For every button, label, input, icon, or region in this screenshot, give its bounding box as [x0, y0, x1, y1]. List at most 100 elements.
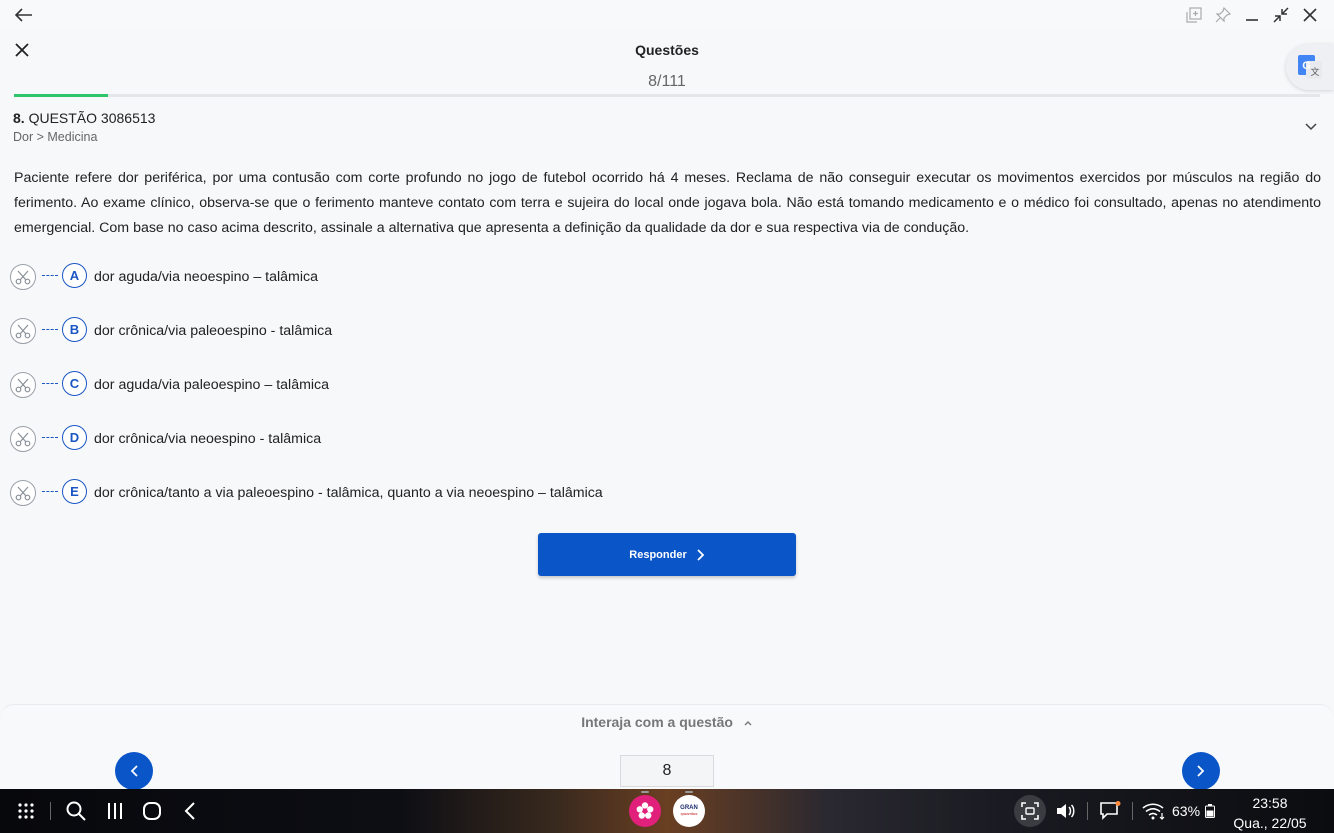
scissors-icon [15, 486, 31, 501]
scissors-icon [15, 324, 31, 339]
scissors-icon [15, 432, 31, 447]
search-icon [66, 801, 86, 821]
running-indicator [685, 791, 693, 793]
notifications-button[interactable] [1098, 799, 1122, 823]
questions-header: Questões 8/111 G 文 [0, 30, 1334, 96]
question-counter: 8/111 [648, 73, 686, 90]
clock[interactable]: 23:58 Qua., 22/05 [1228, 793, 1312, 833]
question-number: 8. [13, 110, 25, 126]
strike-alternative-button[interactable] [10, 264, 36, 290]
strike-alternative-button[interactable] [10, 480, 36, 506]
progress-bar [14, 94, 1320, 97]
svg-text:G: G [1302, 60, 1311, 72]
alternative-letter[interactable]: B [62, 316, 87, 342]
connector-line [42, 436, 58, 438]
chevron-up-icon [744, 721, 752, 726]
interact-label: Interaja com a questão [581, 714, 733, 730]
nav-back-button[interactable] [178, 799, 202, 823]
close-window-button[interactable] [1299, 4, 1321, 26]
page-title: Questões [635, 42, 699, 58]
strike-alternative-button[interactable] [10, 426, 36, 452]
connector-line [42, 490, 58, 492]
previous-question-button[interactable] [115, 752, 153, 790]
connector-line [42, 382, 58, 384]
recent-apps-icon [108, 803, 122, 819]
search-button[interactable] [64, 799, 88, 823]
question-statement: Paciente refere dor periférica, por uma … [14, 170, 1321, 236]
strike-alternative-button[interactable] [10, 372, 36, 398]
gran-app-sublabel: QUESTÕES [680, 812, 698, 816]
chevron-down-icon [1305, 123, 1317, 131]
scissors-icon [15, 378, 31, 393]
screen-capture-button[interactable] [1014, 795, 1046, 827]
battery-indicator [1204, 799, 1216, 823]
copy-window-button[interactable] [1183, 4, 1205, 26]
taskbar-divider [1087, 802, 1088, 820]
alternative-letter[interactable]: D [62, 424, 87, 450]
clock-time: 23:58 [1252, 795, 1288, 811]
alternative-a[interactable]: Ador aguda/via neoespino – talâmica [10, 262, 318, 292]
alternative-d[interactable]: Ddor crônica/via neoespino - talâmica [10, 424, 321, 454]
alternative-letter[interactable]: A [62, 262, 87, 288]
alternative-text[interactable]: dor aguda/via paleoespino – talâmica [94, 377, 329, 393]
alternative-text[interactable]: dor aguda/via neoespino – talâmica [94, 269, 318, 285]
pin-button[interactable] [1212, 4, 1234, 26]
google-translate-icon: G 文 [1298, 55, 1322, 79]
chevron-right-icon [1197, 765, 1205, 777]
flower-app-icon [636, 802, 654, 819]
running-indicator [641, 791, 649, 793]
nav-back-icon [184, 802, 195, 820]
alternative-c[interactable]: Cdor aguda/via paleoespino – talâmica [10, 370, 329, 400]
strike-alternative-button[interactable] [10, 318, 36, 344]
alternative-b[interactable]: Bdor crônica/via paleoespino - talâmica [10, 316, 332, 346]
respond-button[interactable]: Responder [538, 533, 796, 576]
collapse-icon [1273, 7, 1289, 23]
close-icon [1303, 8, 1317, 22]
alternative-letter[interactable]: E [62, 478, 87, 504]
alternative-letter[interactable]: C [62, 370, 87, 396]
message-icon [1100, 801, 1121, 820]
collapse-button[interactable] [1270, 4, 1292, 26]
minimize-icon [1246, 19, 1258, 21]
wifi-status[interactable] [1142, 799, 1166, 823]
volume-button[interactable] [1053, 799, 1077, 823]
alternative-text[interactable]: dor crônica/via neoespino - talâmica [94, 431, 321, 447]
alternative-e[interactable]: Edor crônica/tanto a via paleoespino - t… [10, 478, 603, 508]
volume-icon [1057, 804, 1075, 818]
flower-app-button[interactable] [629, 791, 661, 827]
bottom-panel: Interaja com a questão 8 [0, 704, 1334, 790]
arrow-left-icon [15, 8, 32, 22]
connector-line [42, 328, 58, 330]
question-category: Dor > Medicina [13, 130, 98, 144]
page-number-input[interactable]: 8 [620, 755, 714, 787]
interact-toggle[interactable]: Interaja com a questão [0, 714, 1334, 730]
wifi-icon [1142, 803, 1165, 820]
alternative-text[interactable]: dor crônica/via paleoespino - talâmica [94, 323, 332, 339]
window-bar [0, 0, 1334, 30]
chevron-left-icon [130, 765, 138, 777]
back-button[interactable] [12, 4, 36, 26]
battery-icon [1205, 804, 1215, 818]
gran-questoes-app-button[interactable]: GRAN QUESTÕES [673, 791, 705, 827]
apps-grid-button[interactable] [14, 799, 38, 823]
next-question-button[interactable] [1182, 752, 1220, 790]
taskbar-divider [1132, 802, 1133, 820]
recent-apps-button[interactable] [103, 799, 127, 823]
home-icon [143, 802, 161, 820]
translate-button[interactable]: G 文 [1286, 44, 1334, 90]
question-title: 8. QUESTÃO 3086513 [13, 110, 155, 126]
taskbar-divider [50, 802, 51, 820]
battery-percentage: 63% [1172, 803, 1201, 819]
minimize-button[interactable] [1241, 4, 1263, 26]
chevron-right-icon [697, 548, 705, 561]
home-button[interactable] [140, 799, 164, 823]
connector-line [42, 274, 58, 276]
expand-details-button[interactable] [1302, 118, 1320, 136]
copy-window-icon [1186, 7, 1202, 23]
scissors-icon [15, 270, 31, 285]
question-code: QUESTÃO 3086513 [28, 110, 156, 126]
pin-icon [1215, 7, 1231, 23]
alternative-text[interactable]: dor crônica/tanto a via paleoespino - ta… [94, 485, 603, 501]
svg-text:文: 文 [1310, 66, 1319, 77]
respond-label: Responder [629, 548, 687, 561]
